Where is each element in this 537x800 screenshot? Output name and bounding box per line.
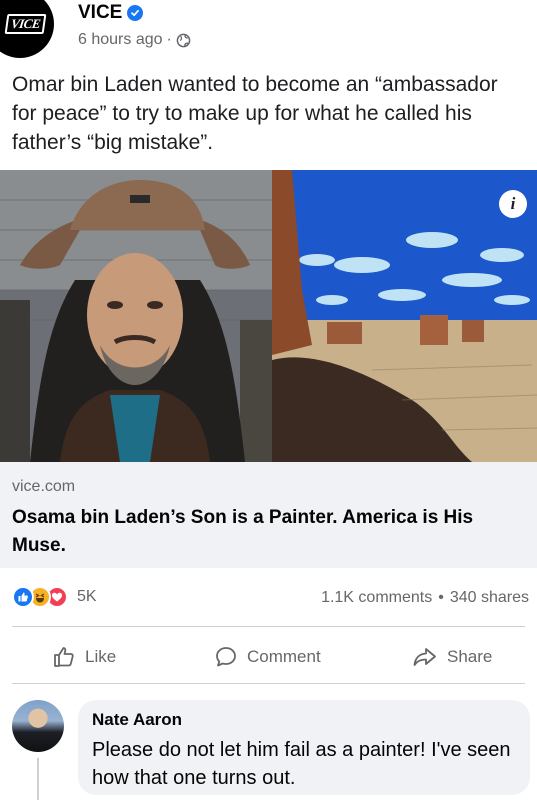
comment-bubble[interactable]: Nate Aaron Please do not let him fail as… xyxy=(78,700,530,795)
globe-icon xyxy=(176,33,191,47)
link-domain: vice.com xyxy=(12,478,76,495)
post-media[interactable]: i xyxy=(0,170,537,462)
info-icon[interactable]: i xyxy=(499,190,527,218)
like-reaction-icon xyxy=(12,586,34,608)
reactions-summary[interactable]: 5K xyxy=(12,586,97,608)
post-meta: 6 hours ago · xyxy=(78,31,191,49)
page-name-label[interactable]: VICE xyxy=(78,2,122,24)
link-title[interactable]: Osama bin Laden’s Son is a Painter. Amer… xyxy=(12,504,522,560)
like-button[interactable]: Like xyxy=(52,645,116,669)
comment-button[interactable]: Comment xyxy=(214,645,321,669)
comment-text: Please do not let him fail as a painter!… xyxy=(92,739,511,789)
page-name[interactable]: VICE xyxy=(78,2,144,24)
post-text: Omar bin Laden wanted to become an “amba… xyxy=(12,73,498,154)
painting-image[interactable]: i xyxy=(272,170,537,462)
thread-line xyxy=(37,758,39,800)
comments-shares: 1.1K comments • 340 shares xyxy=(321,589,529,607)
comment-bubble-icon xyxy=(216,647,236,667)
post-timestamp[interactable]: 6 hours ago xyxy=(78,31,163,49)
share-count[interactable]: 340 shares xyxy=(450,589,529,607)
avatar[interactable] xyxy=(12,700,64,752)
post-header: VICE VICE 6 hours ago · xyxy=(0,0,537,60)
action-bar: Like Comment Share xyxy=(0,635,537,679)
share-label: Share xyxy=(447,647,493,666)
commenter-name[interactable]: Nate Aaron xyxy=(92,710,182,730)
vice-logo[interactable]: VICE xyxy=(0,0,54,58)
comment-label: Comment xyxy=(247,647,321,666)
engagement-stats: 5K 1.1K comments • 340 shares xyxy=(0,580,537,616)
actions-divider xyxy=(12,683,525,684)
like-label: Like xyxy=(85,647,117,666)
stats-divider xyxy=(12,626,525,627)
portrait-photo[interactable] xyxy=(0,170,272,462)
link-preview[interactable]: vice.com Osama bin Laden’s Son is a Pain… xyxy=(0,462,537,568)
thumbs-up-icon xyxy=(54,647,74,667)
share-arrow-icon xyxy=(413,648,436,666)
comment-section: Nate Aaron Please do not let him fail as… xyxy=(0,690,537,800)
meta-separator: · xyxy=(166,31,172,48)
share-button[interactable]: Share xyxy=(412,645,492,669)
reaction-count[interactable]: 5K xyxy=(77,588,97,606)
verified-badge-icon xyxy=(127,5,144,21)
stats-dot: • xyxy=(438,589,444,606)
comment-count[interactable]: 1.1K comments xyxy=(321,589,432,607)
